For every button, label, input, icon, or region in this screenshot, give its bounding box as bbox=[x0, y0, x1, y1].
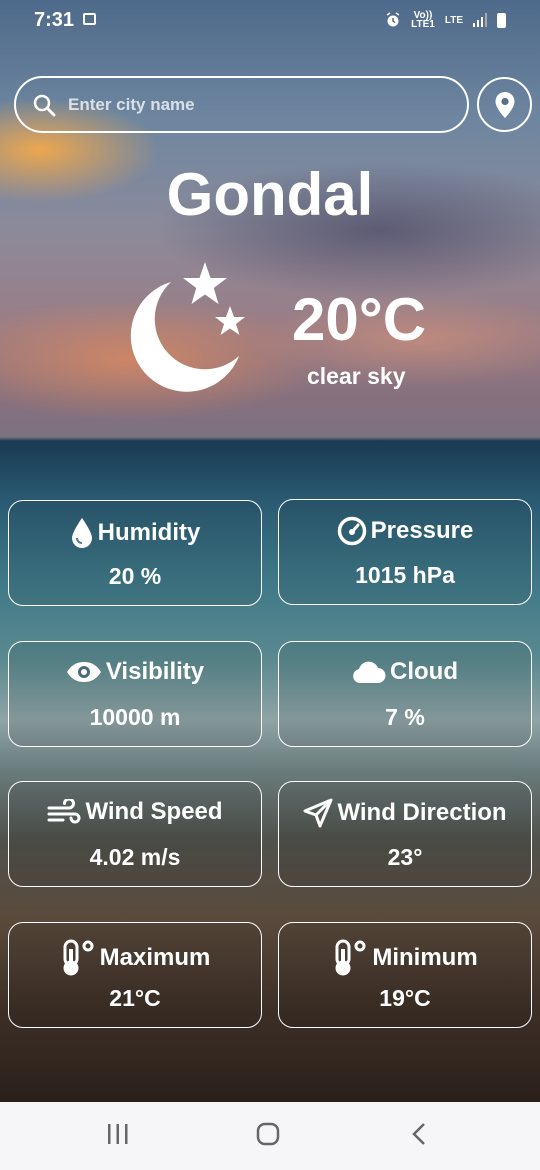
card-value: 23° bbox=[387, 844, 423, 870]
card-value: 4.02 m/s bbox=[89, 844, 181, 870]
recent-apps-button[interactable] bbox=[106, 1122, 130, 1146]
maximum-temp-card: Maximum 21°C bbox=[8, 922, 262, 1028]
card-value: 19°C bbox=[379, 985, 431, 1011]
card-value: 1015 hPa bbox=[355, 562, 455, 588]
card-label: Pressure bbox=[370, 517, 474, 544]
signal-icon bbox=[473, 13, 487, 27]
card-value: 20 % bbox=[108, 563, 162, 589]
moon-stars-icon bbox=[130, 262, 245, 392]
system-navigation-bar bbox=[0, 1102, 540, 1170]
alarm-icon bbox=[386, 12, 400, 27]
location-pin-icon bbox=[495, 91, 514, 118]
status-bar: 7:31 Vo)) LTE1 LTE bbox=[0, 0, 540, 40]
card-value: 21°C bbox=[109, 985, 161, 1011]
battery-icon bbox=[497, 12, 506, 28]
card-label: Humidity bbox=[97, 519, 201, 546]
pressure-card: Pressure 1015 hPa bbox=[278, 499, 532, 605]
eye-icon bbox=[66, 662, 101, 682]
status-icons: Vo)) LTE1 LTE bbox=[385, 10, 506, 30]
card-value: 10000 m bbox=[89, 704, 181, 730]
navigation-arrow-icon bbox=[303, 798, 333, 828]
visibility-card: Visibility 10000 m bbox=[8, 641, 262, 747]
image-notification-icon bbox=[83, 13, 96, 25]
drop-icon bbox=[71, 518, 92, 548]
cloud-icon bbox=[353, 661, 386, 683]
city-name: Gondal bbox=[166, 161, 374, 228]
temperature: 20°C bbox=[292, 286, 427, 353]
search-icon bbox=[33, 94, 56, 116]
network-lte-label: LTE bbox=[444, 14, 463, 26]
gauge-icon bbox=[337, 516, 366, 546]
wind-speed-card: Wind Speed 4.02 m/s bbox=[8, 781, 262, 887]
card-label: Cloud bbox=[390, 658, 458, 685]
card-label: Visibility bbox=[105, 658, 205, 685]
home-button[interactable] bbox=[256, 1122, 280, 1146]
cloud-card: Cloud 7 % bbox=[278, 641, 532, 747]
humidity-card: Humidity 20 % bbox=[8, 500, 262, 606]
minimum-temp-card: Minimum 19°C bbox=[278, 922, 532, 1028]
current-location-button[interactable] bbox=[477, 77, 532, 132]
back-button[interactable] bbox=[408, 1122, 432, 1146]
city-search-input[interactable] bbox=[66, 93, 430, 116]
weather-description: clear sky bbox=[307, 363, 406, 389]
card-label: Minimum bbox=[372, 944, 478, 971]
search-bar[interactable] bbox=[14, 76, 469, 133]
status-time: 7:31 bbox=[34, 9, 75, 31]
wind-direction-card: Wind Direction 23° bbox=[278, 781, 532, 887]
wind-icon bbox=[47, 799, 81, 824]
thermometer-icon bbox=[335, 939, 366, 976]
card-label: Maximum bbox=[99, 944, 211, 971]
network-volte-label: Vo)) LTE1 bbox=[411, 10, 435, 30]
card-label: Wind Speed bbox=[85, 798, 223, 825]
card-value: 7 % bbox=[385, 704, 425, 730]
card-label: Wind Direction bbox=[337, 799, 507, 826]
thermometer-icon bbox=[63, 939, 94, 976]
